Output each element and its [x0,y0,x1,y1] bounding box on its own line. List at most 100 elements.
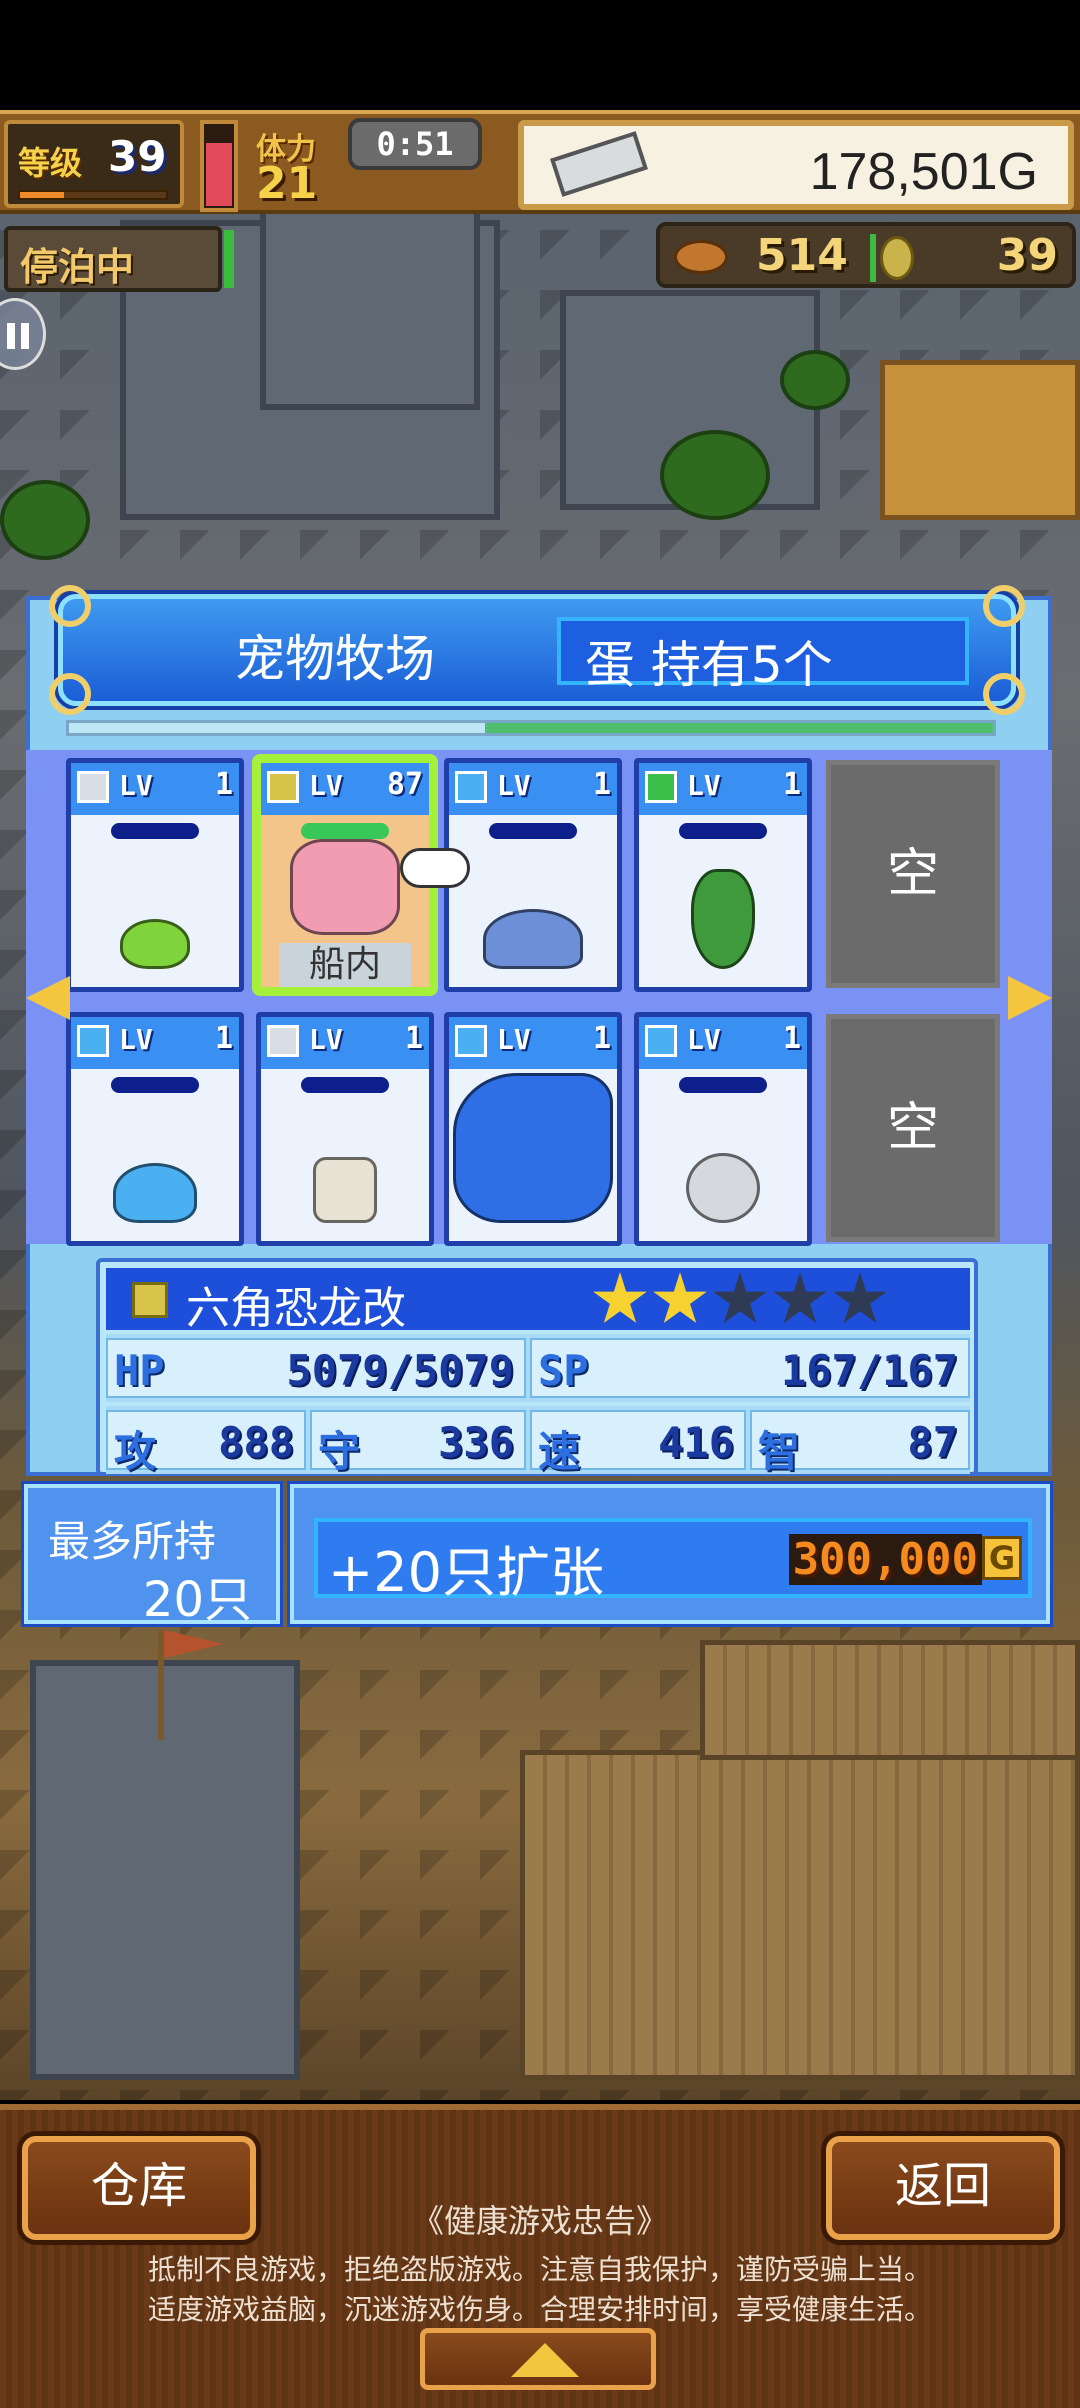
corner-ornament [983,585,1025,627]
gold-display: 178,501G [518,120,1074,210]
empty-slot[interactable]: 空 [826,760,1000,988]
pet-stats-panel: 六角恐龙改 HP 5079/5079 SP 167/167 攻 888 守 33… [96,1258,978,1476]
pet-slot[interactable]: LV 1 [634,758,812,992]
dock-deck [520,1750,1080,2080]
pet-level-label: LV [309,1023,343,1056]
food-value: 514 [756,230,848,281]
empty-slot[interactable]: 空 [826,1014,1000,1242]
pet-slot[interactable]: LV 1 [444,758,622,992]
element-icon [645,1025,677,1057]
pet-hp-bar [301,1077,389,1093]
speed-label: 速 [538,1427,581,1476]
pet-hp-bar [301,823,389,839]
level-label: 等级 [18,144,83,182]
pet-level-value: 87 [386,767,423,802]
pet-slot[interactable]: LV 1 [256,1012,434,1246]
pet-hp-bar [679,823,767,839]
water-slime-icon [113,1163,197,1223]
house-roof [880,360,1080,520]
game-screen: 等级 39 体力 21 0:51 178,501G 停泊中 514 39 宠物牧… [0,0,1080,2408]
element-icon [267,1025,299,1057]
element-icon [645,771,677,803]
hp-value: 5079/5079 [286,1346,514,1395]
pet-level-label: LV [497,1023,531,1056]
pet-slot[interactable]: LV 1 [634,1012,812,1246]
expand-capacity-button[interactable]: +20只扩张 300,000 G [314,1518,1032,1604]
pet-grid: LV 1 LV 87 船内 LV 1 LV 1 空 LV 1 LV 1 LV 1 LV 1 空 [26,750,1052,1246]
exp-bar-fill [20,192,64,198]
food-icon [674,240,728,274]
level-value: 39 [108,132,167,181]
status-indicator [224,230,234,288]
health-notice-title: 《健康游戏忠告》 [411,2202,668,2240]
capacity-box: 最多所持 20只 [24,1484,280,1628]
hp-label: HP [114,1346,165,1395]
corner-ornament [983,673,1025,715]
pet-level-label: LV [309,769,343,802]
speed-cell: 速 416 [530,1410,746,1476]
pet-level-value: 1 [404,1021,423,1056]
intelligence-cell: 智 87 [750,1410,970,1476]
pet-name-row: 六角恐龙改 [106,1268,970,1334]
attack-value: 888 [218,1418,294,1467]
corner-ornament [49,673,91,715]
stamina-timer: 0:51 [348,118,482,170]
element-icon [77,771,109,803]
ranch-title: 宠物牧场 [235,630,435,688]
pet-slot-header: LV 1 [71,1017,239,1069]
pet-slot[interactable]: LV 1 [444,1012,622,1246]
intelligence-label: 智 [758,1427,801,1476]
attack-cell: 攻 888 [106,1410,306,1476]
hand-pointer-icon [400,848,470,888]
pet-slot-header: LV 1 [449,763,617,815]
page-progress-fill [484,723,993,733]
speed-value: 416 [658,1418,734,1467]
ranch-title-bar: 宠物牧场 蛋 持有5个 [49,585,1025,715]
pet-level-label: LV [119,769,153,802]
pet-level-label: LV [497,769,531,802]
sea-dragon-icon [453,1073,613,1223]
pet-level-value: 1 [214,767,233,802]
urchin-icon [686,1153,760,1223]
pet-level-label: LV [687,769,721,802]
star-empty-icon [833,1272,887,1323]
pet-slot[interactable]: LV 1 [66,758,244,992]
anchor-status: 停泊中 [4,226,222,292]
next-page-arrow-icon[interactable] [1008,976,1052,1020]
pet-slot-header: LV 87 [261,763,429,815]
pet-hp-bar [679,1077,767,1093]
health-notice-line-1: 抵制不良游戏，拒绝盗版游戏。注意自我保护，谨防受骗上当。 [147,2253,932,2286]
menu-up-button[interactable] [420,2328,656,2390]
level-box: 等级 39 [4,120,184,208]
egg-count-box[interactable]: 蛋 持有5个 [557,617,969,694]
stamina-value: 21 [256,158,318,209]
pet-slot-header: LV 1 [639,763,807,815]
health-gauge [200,120,238,212]
prev-page-arrow-icon[interactable] [26,976,70,1020]
harbor-tower [30,1660,300,2080]
tree [0,480,90,560]
on-ship-badge: 船内 [279,943,411,987]
egg-count-label: 蛋 持有5个 [585,636,833,694]
pet-hp-bar [111,1077,199,1093]
attack-label: 攻 [114,1427,157,1476]
turtle-icon [483,909,583,969]
pet-level-label: LV [119,1023,153,1056]
star-empty-icon [773,1272,827,1323]
pet-level-value: 1 [782,1021,801,1056]
gold-value: 178,501G [809,143,1038,201]
seed-icon [880,236,914,280]
star-filled-icon [653,1272,707,1323]
stats-row-1: HP 5079/5079 SP 167/167 [106,1334,970,1402]
sp-value: 167/167 [780,1346,958,1395]
dog-icon [313,1157,377,1223]
element-icon [77,1025,109,1057]
hp-cell: HP 5079/5079 [106,1338,526,1398]
pause-icon-bar [21,323,29,349]
pet-slot[interactable]: LV 1 [66,1012,244,1246]
element-icon [267,771,299,803]
rarity-stars [592,1272,892,1332]
pet-level-value: 1 [214,1021,233,1056]
tree [660,430,770,520]
up-arrow-icon [511,2343,579,2377]
